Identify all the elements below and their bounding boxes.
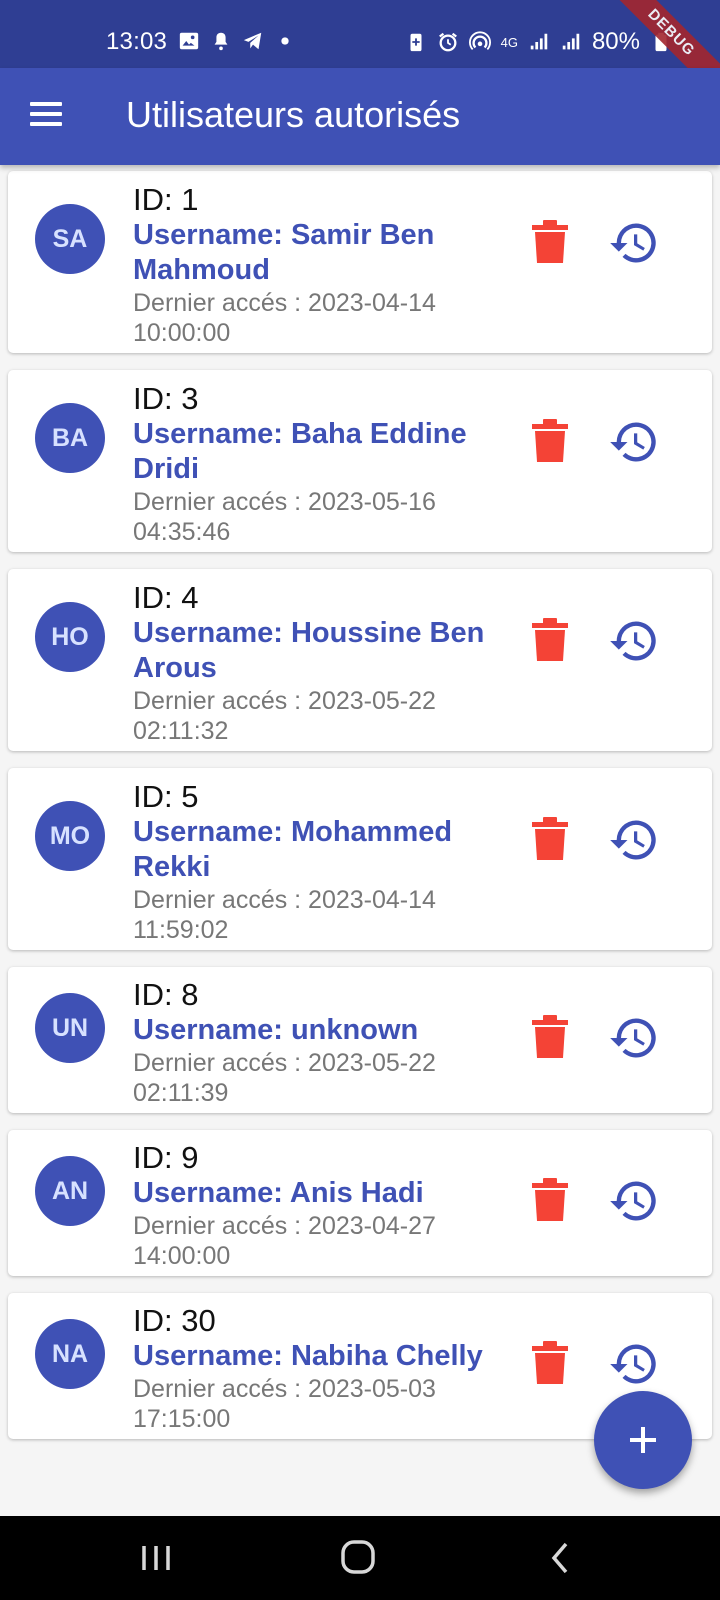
avatar: BA xyxy=(35,403,105,473)
user-id: ID: 3 xyxy=(133,381,199,416)
history-icon[interactable] xyxy=(608,416,660,468)
avatar: SA xyxy=(35,204,105,274)
delete-icon[interactable] xyxy=(530,219,570,265)
system-nav-bar xyxy=(0,1516,720,1600)
user-id: ID: 8 xyxy=(133,977,199,1012)
user-card: HO ID: 4 Username: Houssine Ben Arous De… xyxy=(8,569,712,751)
last-access: Dernier accés : 2023-04-14 10:00:00 xyxy=(133,289,436,347)
history-icon[interactable] xyxy=(608,1338,660,1390)
history-icon[interactable] xyxy=(608,1175,660,1227)
status-time: 13:03 xyxy=(106,28,168,55)
page-title: Utilisateurs autorisés xyxy=(126,94,461,135)
signal-icon xyxy=(530,33,548,50)
dot-icon xyxy=(281,37,289,45)
telegram-icon xyxy=(243,32,262,50)
user-name: Username: Samir Ben Mahmoud xyxy=(133,219,435,286)
user-card: BA ID: 3 Username: Baha Eddine Dridi Der… xyxy=(8,370,712,552)
user-card: AN ID: 9 Username: Anis Hadi Dernier acc… xyxy=(8,1130,712,1276)
user-id: ID: 9 xyxy=(133,1140,199,1175)
alarm-icon xyxy=(438,32,457,52)
notification-icon xyxy=(214,32,228,51)
hotspot-icon xyxy=(468,31,491,50)
user-name: Username: Houssine Ben Arous xyxy=(133,617,485,684)
history-icon[interactable] xyxy=(608,615,660,667)
delete-icon[interactable] xyxy=(530,1340,570,1386)
last-access: Dernier accés : 2023-05-16 04:35:46 xyxy=(133,488,436,546)
last-access: Dernier accés : 2023-05-22 02:11:39 xyxy=(133,1049,436,1107)
recents-icon[interactable] xyxy=(132,1536,182,1580)
user-name: Username: Mohammed Rekki xyxy=(133,816,453,883)
network-type: 4G xyxy=(500,34,518,50)
user-id: ID: 5 xyxy=(133,779,199,814)
delete-icon[interactable] xyxy=(530,418,570,464)
gallery-icon xyxy=(179,32,199,50)
status-left-icons xyxy=(178,30,296,52)
user-card: MO ID: 5 Username: Mohammed Rekki Dernie… xyxy=(8,768,712,950)
back-icon[interactable] xyxy=(536,1536,586,1580)
avatar: HO xyxy=(35,602,105,672)
user-name: Username: Nabiha Chelly xyxy=(133,1340,483,1372)
delete-icon[interactable] xyxy=(530,617,570,663)
delete-icon[interactable] xyxy=(530,1177,570,1223)
avatar: AN xyxy=(35,1156,105,1226)
history-icon[interactable] xyxy=(608,814,660,866)
add-user-button[interactable] xyxy=(594,1391,692,1489)
status-bar: 13:03 4G 80% DEBUG xyxy=(0,0,720,110)
avatar: NA xyxy=(35,1319,105,1389)
last-access: Dernier accés : 2023-05-22 02:11:32 xyxy=(133,687,436,745)
battery-saver-icon xyxy=(410,33,422,52)
user-id: ID: 4 xyxy=(133,580,199,615)
user-name: Username: unknown xyxy=(133,1014,419,1046)
avatar: UN xyxy=(35,993,105,1063)
user-card: UN ID: 8 Username: unknown Dernier accés… xyxy=(8,967,712,1113)
avatar: MO xyxy=(35,801,105,871)
history-icon[interactable] xyxy=(608,1012,660,1064)
user-id: ID: 30 xyxy=(133,1303,216,1338)
user-name: Username: Baha Eddine Dridi xyxy=(133,418,467,485)
last-access: Dernier accés : 2023-05-03 17:15:00 xyxy=(133,1375,436,1433)
home-icon[interactable] xyxy=(333,1536,383,1580)
user-card: SA ID: 1 Username: Samir Ben Mahmoud Der… xyxy=(8,171,712,353)
delete-icon[interactable] xyxy=(530,816,570,862)
signal-icon xyxy=(562,33,580,50)
battery-percent: 80% xyxy=(591,28,640,55)
menu-icon[interactable] xyxy=(26,96,70,140)
add-icon xyxy=(630,1427,656,1453)
user-name: Username: Anis Hadi xyxy=(133,1177,424,1209)
app-bar: Utilisateurs autorisés xyxy=(0,68,720,165)
user-id: ID: 1 xyxy=(133,182,199,217)
last-access: Dernier accés : 2023-04-27 14:00:00 xyxy=(133,1212,436,1270)
history-icon[interactable] xyxy=(608,217,660,269)
last-access: Dernier accés : 2023-04-14 11:59:02 xyxy=(133,886,436,944)
status-right-icons: 4G 80% xyxy=(405,28,672,56)
delete-icon[interactable] xyxy=(530,1014,570,1060)
